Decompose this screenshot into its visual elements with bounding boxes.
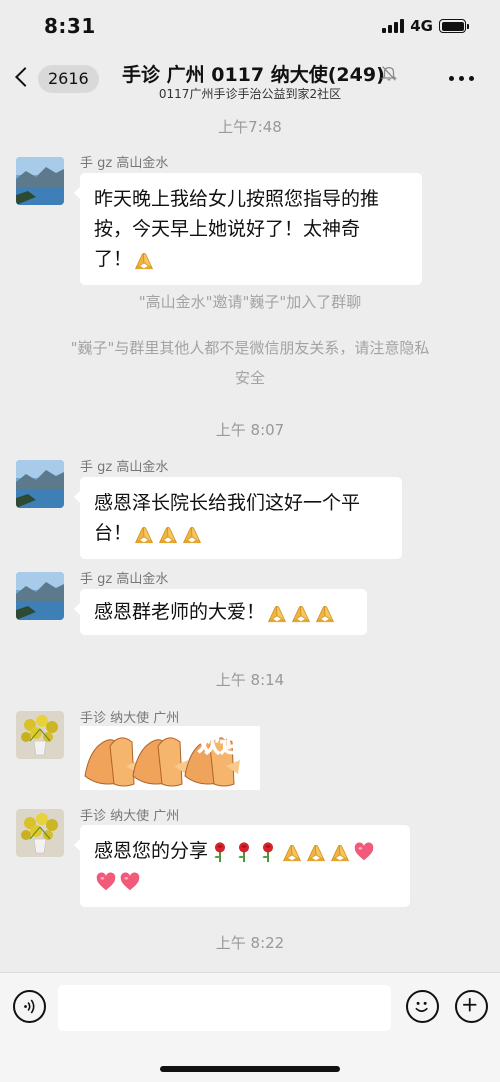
- signal-icon: [382, 19, 405, 33]
- avatar[interactable]: [16, 460, 64, 508]
- rose-emoji: [209, 841, 231, 863]
- message-input[interactable]: [58, 985, 391, 1031]
- praying-hands-emoji: [181, 523, 203, 545]
- sticker-text: 欢迎: [197, 732, 242, 758]
- avatar[interactable]: [16, 572, 64, 620]
- message-text: 感恩您的分享: [94, 840, 209, 862]
- rose-emoji: [233, 841, 255, 863]
- avatar[interactable]: [16, 157, 64, 205]
- message-text: 感恩泽长院长给我们这好一个平: [94, 492, 361, 514]
- home-indicator: [160, 1066, 340, 1072]
- status-time: 8:31: [44, 14, 96, 38]
- smiley-icon[interactable]: [406, 990, 439, 1023]
- rose-emoji: [257, 841, 279, 863]
- sender-name: 手诊 纳大使 广州: [80, 809, 180, 824]
- status-indicators: 4G: [382, 17, 469, 35]
- sender-name: 手 gz 高山金水: [80, 572, 169, 587]
- message-bubble[interactable]: 昨天晚上我给女儿按照您指导的推 按，今天早上她说好了！太神奇 了！: [74, 173, 422, 285]
- sender-name: 手 gz 高山金水: [80, 156, 169, 171]
- praying-hands-emoji: [290, 602, 312, 624]
- praying-hands-emoji: [157, 523, 179, 545]
- chat-header: 2616 手诊 广州 0117 纳大使(249) 0117广州手诊手治公益到家2…: [0, 52, 500, 108]
- avatar[interactable]: [16, 711, 64, 759]
- praying-hands-emoji: [133, 249, 155, 271]
- message-text: 了！: [94, 248, 133, 270]
- avatar[interactable]: [16, 809, 64, 857]
- praying-hands-emoji: [281, 841, 303, 863]
- system-message: "巍子"与群里其他人都不是微信朋友关系，请注意隐私 安全: [40, 333, 460, 393]
- network-type: 4G: [410, 17, 433, 35]
- praying-hands-emoji: [133, 523, 155, 545]
- heart-emoji: [95, 871, 117, 893]
- system-message: "高山金水"邀请"巍子"加入了群聊: [138, 293, 362, 311]
- heart-emoji: [353, 841, 375, 863]
- more-dots-icon[interactable]: [449, 76, 474, 81]
- timestamp: 上午 8:14: [215, 671, 285, 689]
- chat-title[interactable]: 手诊 广州 0117 纳大使(249): [122, 60, 385, 87]
- message-bubble[interactable]: 感恩您的分享: [74, 825, 410, 907]
- sender-name: 手 gz 高山金水: [80, 460, 169, 475]
- system-message-line: "巍子"与群里其他人都不是微信朋友关系，请注意隐私: [70, 339, 430, 357]
- welcome-sticker[interactable]: 欢迎: [80, 726, 260, 790]
- status-bar: 8:31 4G: [0, 0, 500, 52]
- plus-icon[interactable]: [455, 990, 488, 1023]
- heart-emoji: [119, 871, 141, 893]
- battery-icon: [439, 19, 469, 33]
- voice-icon[interactable]: [13, 990, 46, 1023]
- message-text: 感恩群老师的大爱！: [94, 601, 266, 623]
- chevron-left-icon[interactable]: [15, 67, 35, 87]
- sender-name: 手诊 纳大使 广州: [80, 711, 180, 726]
- timestamp: 上午7:48: [218, 118, 282, 136]
- praying-hands-emoji: [329, 841, 351, 863]
- system-message-line: 安全: [234, 369, 265, 387]
- message-bubble[interactable]: 感恩群老师的大爱！: [74, 589, 367, 635]
- chat-subtitle: 0117广州手诊手治公益到家2社区: [158, 87, 342, 101]
- timestamp: 上午 8:22: [215, 934, 285, 952]
- message-text: 按，今天早上她说好了！太神奇: [94, 218, 361, 240]
- praying-hands-emoji: [314, 602, 336, 624]
- mute-bell-icon: [380, 66, 398, 81]
- praying-hands-emoji: [305, 841, 327, 863]
- message-text: 台！: [94, 522, 133, 544]
- praying-hands-emoji: [266, 602, 288, 624]
- message-text: 昨天晚上我给女儿按照您指导的推: [94, 188, 380, 210]
- message-bubble[interactable]: 感恩泽长院长给我们这好一个平 台！: [74, 477, 402, 559]
- timestamp: 上午 8:07: [215, 421, 285, 439]
